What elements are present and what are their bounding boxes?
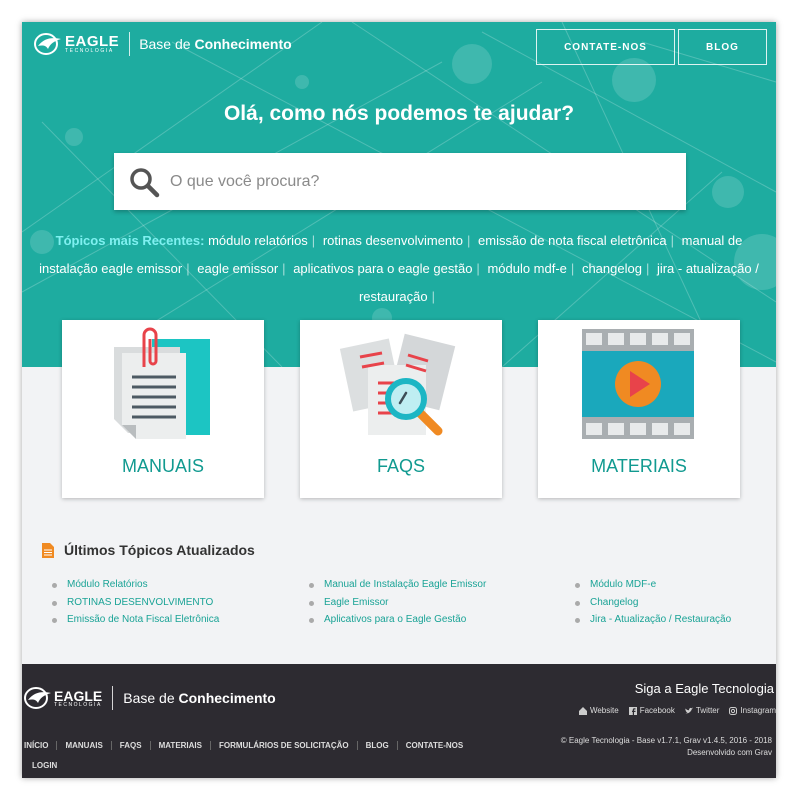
list-item[interactable]: Módulo Relatórios xyxy=(52,579,219,597)
recent-topics: Tópicos mais Recentes: módulo relatórios… xyxy=(30,227,768,311)
social-facebook[interactable]: Facebook xyxy=(628,706,675,715)
card-label: MANUAIS xyxy=(121,456,204,476)
instagram-icon xyxy=(729,706,738,715)
social-label: Instagram xyxy=(740,706,776,715)
eagle-logo-icon xyxy=(24,687,51,709)
social-instagram[interactable]: Instagram xyxy=(729,706,776,715)
topic-separator: | xyxy=(645,261,650,276)
search-box[interactable] xyxy=(114,153,686,210)
topic-link[interactable]: módulo relatórios xyxy=(208,233,308,248)
copyright-text: © Eagle Tecnologia - Base v1.7.1, Grav v… xyxy=(560,736,772,745)
document-icon xyxy=(42,542,54,558)
card-label: FAQS xyxy=(376,456,425,476)
topic-link[interactable]: eagle emissor xyxy=(197,261,278,276)
topic-separator: | xyxy=(476,261,480,276)
latest-topics-column: Módulo Relatórios ROTINAS DESENVOLVIMENT… xyxy=(52,579,219,632)
logo-divider xyxy=(129,32,131,56)
footer-nav-materiais[interactable]: MATERIAIS xyxy=(149,741,210,750)
latest-topics-column: Módulo MDF-e Changelog Jira - Atualizaçã… xyxy=(575,579,731,632)
topic-separator: | xyxy=(311,233,316,248)
home-icon xyxy=(578,706,587,715)
brand-sub: TECNOLOGIA xyxy=(65,48,114,54)
site-title-prefix: Base de xyxy=(139,36,195,52)
brand-text: EAGLE TECNOLOGIA xyxy=(54,689,102,708)
list-item[interactable]: Changelog xyxy=(575,597,731,615)
topic-separator: | xyxy=(670,233,675,248)
contact-button[interactable]: CONTATE-NOS xyxy=(536,29,675,65)
social-links: Website Facebook Twitter Instagram xyxy=(578,706,776,715)
list-item[interactable]: Manual de Instalação Eagle Emissor xyxy=(309,579,486,597)
latest-topics-title: Últimos Tópicos Atualizados xyxy=(64,542,255,558)
footer-login-link[interactable]: LOGIN xyxy=(32,761,57,770)
list-item[interactable]: ROTINAS DESENVOLVIMENTO xyxy=(52,597,219,615)
logo-divider xyxy=(112,686,114,710)
topic-link[interactable]: módulo mdf-e xyxy=(487,261,566,276)
footer-nav: INÍCIO MANUAIS FAQS MATERIAIS FORMULÁRIO… xyxy=(24,741,471,750)
page-frame: EAGLE TECNOLOGIA Base de Conhecimento CO… xyxy=(22,22,776,778)
topic-link[interactable]: changelog xyxy=(582,261,642,276)
topic-separator: | xyxy=(570,261,575,276)
search-input[interactable] xyxy=(170,172,650,191)
topic-link[interactable]: aplicativos para o eagle gestão xyxy=(293,261,472,276)
topic-link[interactable]: rotinas desenvolvimento xyxy=(323,233,463,248)
footer-logo[interactable]: EAGLE TECNOLOGIA Base de Conhecimento xyxy=(24,686,276,710)
site-logo[interactable]: EAGLE TECNOLOGIA Base de Conhecimento xyxy=(34,32,292,56)
site-title-bold: Conhecimento xyxy=(194,36,292,52)
blog-button[interactable]: BLOG xyxy=(678,29,767,65)
documents-clip-icon xyxy=(114,327,210,439)
hero-banner: EAGLE TECNOLOGIA Base de Conhecimento CO… xyxy=(22,22,776,367)
brand-text: EAGLE TECNOLOGIA xyxy=(65,34,119,54)
card-materiais[interactable]: MATERIAIS xyxy=(538,320,740,498)
magnifier-documents-icon xyxy=(339,333,456,436)
copyright-block: © Eagle Tecnologia - Base v1.7.1, Grav v… xyxy=(561,735,772,759)
film-play-icon xyxy=(582,329,694,439)
social-label: Facebook xyxy=(639,706,675,715)
site-title: Base de Conhecimento xyxy=(139,36,292,52)
site-title-bold: Conhecimento xyxy=(178,690,276,706)
list-item[interactable]: Aplicativos para o Eagle Gestão xyxy=(309,614,486,632)
social-label: Twitter xyxy=(695,706,720,715)
brand-sub: TECNOLOGIA xyxy=(54,701,102,708)
footer-nav-inicio[interactable]: INÍCIO xyxy=(24,741,56,750)
brand-name: EAGLE xyxy=(54,687,103,704)
latest-topics-header: Últimos Tópicos Atualizados xyxy=(42,542,255,558)
social-label: Website xyxy=(589,706,619,715)
card-manuais[interactable]: MANUAIS xyxy=(62,320,264,498)
site-title-prefix: Base de xyxy=(123,690,179,706)
social-twitter[interactable]: Twitter xyxy=(684,706,720,715)
footer-nav-contato[interactable]: CONTATE-NOS xyxy=(396,741,471,750)
recent-topics-label: Tópicos mais Recentes: xyxy=(55,233,205,248)
facebook-icon xyxy=(628,706,637,715)
footer-nav-faqs[interactable]: FAQS xyxy=(110,741,150,750)
social-website[interactable]: Website xyxy=(578,706,619,715)
footer-nav-blog[interactable]: BLOG xyxy=(356,741,397,750)
search-icon xyxy=(130,167,160,197)
topic-separator: | xyxy=(431,289,436,304)
topic-separator: | xyxy=(467,233,471,248)
developed-with-text: Desenvolvido com Grav xyxy=(687,748,772,757)
top-navbar: EAGLE TECNOLOGIA Base de Conhecimento CO… xyxy=(22,22,776,70)
topic-link[interactable]: emissão de nota fiscal eletrônica xyxy=(478,233,667,248)
footer-nav-formularios[interactable]: FORMULÁRIOS DE SOLICITAÇÃO xyxy=(209,741,357,750)
list-item[interactable]: Eagle Emissor xyxy=(309,597,486,615)
follow-heading: Siga a Eagle Tecnologia xyxy=(634,681,774,696)
card-faqs[interactable]: FAQS xyxy=(300,320,502,498)
site-footer: EAGLE TECNOLOGIA Base de Conhecimento Si… xyxy=(22,664,776,778)
list-item[interactable]: Jira - Atualização / Restauração xyxy=(575,614,731,632)
footer-nav-manuais[interactable]: MANUAIS xyxy=(56,741,110,750)
brand-name: EAGLE xyxy=(65,33,120,50)
latest-topics-column: Manual de Instalação Eagle Emissor Eagle… xyxy=(309,579,486,632)
topic-separator: | xyxy=(186,261,190,276)
topic-separator: | xyxy=(282,261,286,276)
twitter-icon xyxy=(684,707,693,713)
list-item[interactable]: Emissão de Nota Fiscal Eletrônica xyxy=(52,614,219,632)
site-title: Base de Conhecimento xyxy=(123,690,276,706)
card-label: MATERIAIS xyxy=(591,456,687,476)
list-item[interactable]: Módulo MDF-e xyxy=(575,579,731,597)
eagle-logo-icon xyxy=(34,33,61,55)
hero-heading: Olá, como nós podemos te ajudar? xyxy=(223,102,575,125)
